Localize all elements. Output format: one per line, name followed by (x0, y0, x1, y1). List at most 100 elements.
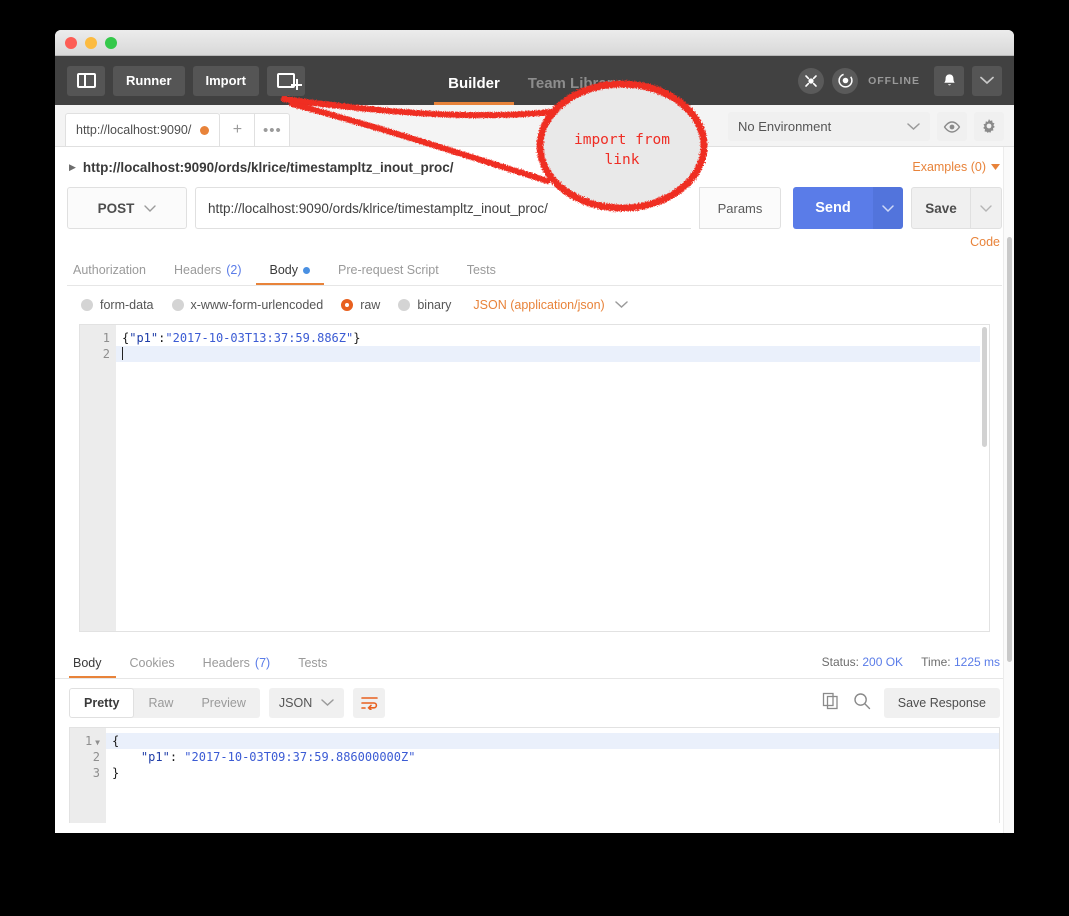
examples-dropdown[interactable]: Examples (0) (912, 160, 1000, 174)
breadcrumb: http://localhost:9090/ords/klrice/timest… (82, 159, 454, 175)
code-link-row: Code (67, 229, 1002, 255)
account-menu-button[interactable] (972, 65, 1002, 96)
response-tab-cookies[interactable]: Cookies (116, 656, 189, 678)
body-type-binary-label: binary (417, 298, 452, 312)
window-minimize-button[interactable] (85, 36, 97, 49)
tab-team-library[interactable]: Team Library (514, 75, 635, 105)
request-editor-scrollbar[interactable] (980, 325, 989, 631)
response-view-pretty[interactable]: Pretty (69, 688, 135, 718)
environment-settings-button[interactable] (974, 112, 1004, 141)
breadcrumb-row: ▶ http://localhost:9090/ords/klrice/time… (67, 147, 1002, 187)
code-link[interactable]: Code (970, 235, 1000, 249)
interceptor-icon[interactable] (798, 67, 825, 94)
save-button[interactable]: Save (911, 187, 970, 229)
search-button[interactable] (853, 692, 871, 715)
request-tabstrip: http://localhost:9090/ + ••• No Environm… (55, 105, 1014, 147)
unsaved-dot-icon (200, 125, 210, 135)
send-button[interactable]: Send (793, 187, 873, 229)
time-value: 1225 ms (953, 655, 1000, 669)
text-caret (122, 347, 123, 360)
request-body-editor[interactable]: 1 2 {"p1":"2017-10-03T13:37:59.886Z"} (79, 324, 990, 632)
json-key: "p1" (140, 750, 170, 764)
response-tab-cookies-label: Cookies (129, 656, 175, 670)
add-tab-button[interactable]: + (220, 113, 256, 146)
response-tab-headers[interactable]: Headers (7) (189, 656, 285, 678)
word-wrap-button[interactable] (353, 688, 386, 718)
response-meta: Status: 200 OK Time: 1225 ms (822, 655, 1000, 678)
response-view-modes: Pretty Raw Preview (69, 688, 260, 718)
request-tab[interactable]: http://localhost:9090/ (65, 113, 221, 146)
body-type-binary[interactable]: binary (398, 298, 451, 312)
time-group: Time: 1225 ms (921, 655, 1000, 669)
url-value: http://localhost:9090/ords/klrice/timest… (208, 200, 548, 216)
scrollbar-thumb[interactable] (982, 327, 987, 447)
body-type-form-data[interactable]: form-data (81, 298, 154, 312)
save-group: Save (911, 187, 1002, 229)
tab-body[interactable]: Body (255, 263, 324, 285)
environment-select[interactable]: No Environment (728, 112, 930, 141)
tab-authorization[interactable]: Authorization (69, 263, 160, 285)
window-scrollbar[interactable] (1003, 147, 1014, 833)
json-brace-close: } (112, 766, 120, 780)
scrollbar-thumb[interactable] (1007, 237, 1012, 662)
json-value: "2017-10-03T09:37:59.886000000Z" (184, 750, 416, 764)
environment-area: No Environment (728, 112, 1004, 146)
status-badge: 200 OK (862, 655, 904, 669)
response-tab-tests[interactable]: Tests (284, 656, 341, 678)
request-editor-code[interactable]: {"p1":"2017-10-03T13:37:59.886Z"} (116, 325, 980, 631)
window-zoom-button[interactable] (105, 36, 117, 49)
sidebar-toggle-button[interactable] (67, 65, 105, 96)
line-number: 1 (102, 331, 110, 345)
new-tab-button[interactable] (266, 65, 305, 96)
code-line: } (112, 765, 999, 781)
copy-button[interactable] (822, 692, 840, 715)
response-view-raw[interactable]: Raw (134, 688, 187, 718)
tab-body-label: Body (269, 263, 299, 277)
body-type-form-data-label: form-data (100, 298, 154, 312)
sidebar-toggle-icon (76, 73, 96, 88)
tab-headers[interactable]: Headers (2) (160, 263, 256, 285)
request-builder: ▶ http://localhost:9090/ords/klrice/time… (55, 147, 1014, 632)
import-button[interactable]: Import (192, 65, 259, 96)
response-toolbar: Pretty Raw Preview JSON Save Response (55, 679, 1014, 727)
save-options-button[interactable] (970, 187, 1002, 229)
http-method-select[interactable]: POST (67, 187, 187, 229)
request-section-tabs: Authorization Headers (2) Body Pre-reque… (67, 255, 1002, 286)
tab-pre-request-script[interactable]: Pre-request Script (324, 263, 453, 285)
runner-button[interactable]: Runner (113, 65, 185, 96)
save-response-button[interactable]: Save Response (883, 688, 1000, 718)
url-row: POST http://localhost:9090/ords/klrice/t… (67, 187, 1002, 229)
code-line-active (116, 346, 980, 362)
code-line: {"p1":"2017-10-03T13:37:59.886Z"} (122, 330, 980, 346)
window-close-button[interactable] (65, 36, 77, 49)
http-method-value: POST (97, 200, 135, 216)
url-input[interactable]: http://localhost:9090/ords/klrice/timest… (195, 187, 691, 229)
notifications-button[interactable] (934, 65, 964, 96)
response-tab-headers-label: Headers (202, 656, 250, 670)
sync-icon[interactable] (832, 67, 859, 94)
response-editor-code[interactable]: { "p1": "2017-10-03T09:37:59.886000000Z"… (106, 728, 999, 823)
response-tab-body[interactable]: Body (69, 656, 116, 678)
expand-caret-icon[interactable]: ▶ (69, 162, 76, 173)
radio-selected-icon (341, 299, 354, 311)
response-view-preview[interactable]: Preview (187, 688, 259, 718)
response-format-select[interactable]: JSON (268, 688, 345, 718)
search-icon (854, 692, 870, 709)
send-group: Send (793, 187, 903, 229)
tab-tests[interactable]: Tests (453, 263, 510, 285)
response-body-editor[interactable]: 1 ▼ 2 3 { "p1": "2017-10-03T09:37:59.8860… (69, 727, 1000, 823)
chevron-down-icon (144, 204, 157, 212)
body-format-select[interactable]: JSON (application/json) (473, 298, 628, 312)
response-actions: Save Response (822, 688, 1000, 718)
response-tab-tests-label: Tests (298, 656, 328, 670)
chevron-down-icon (614, 301, 628, 309)
body-type-raw[interactable]: raw (341, 298, 380, 312)
code-line-active: { (106, 733, 999, 749)
tab-builder[interactable]: Builder (434, 75, 514, 105)
tab-options-button[interactable]: ••• (255, 113, 291, 146)
fold-caret-icon[interactable]: ▼ (95, 738, 100, 747)
send-options-button[interactable] (873, 187, 903, 229)
body-type-urlencoded[interactable]: x-www-form-urlencoded (171, 298, 323, 312)
params-button[interactable]: Params (699, 187, 781, 229)
environment-quick-look-button[interactable] (937, 112, 967, 141)
